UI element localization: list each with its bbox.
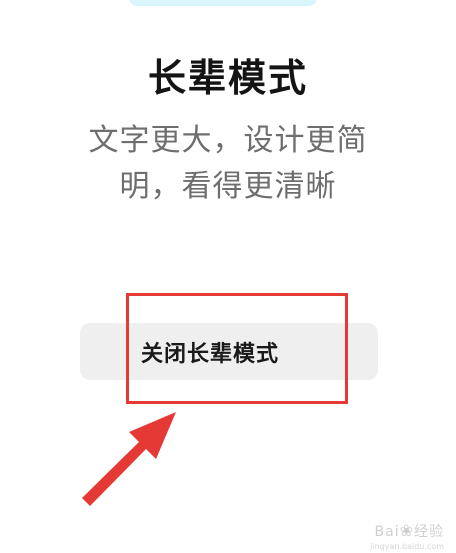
description-line-2: 明，看得更清晰	[119, 169, 337, 204]
description-line-1: 文字更大，设计更简	[88, 123, 368, 158]
paw-icon: ❀	[399, 521, 414, 540]
watermark-url: jingyan.baidu.com	[370, 542, 444, 551]
watermark-logo: Bai❀经验	[374, 521, 444, 540]
mode-description: 文字更大，设计更简 明，看得更清晰	[0, 118, 456, 210]
header-illustration	[128, 0, 318, 6]
close-elder-mode-button[interactable]: 关闭长辈模式	[80, 323, 378, 380]
page-title: 长辈模式	[147, 56, 308, 100]
